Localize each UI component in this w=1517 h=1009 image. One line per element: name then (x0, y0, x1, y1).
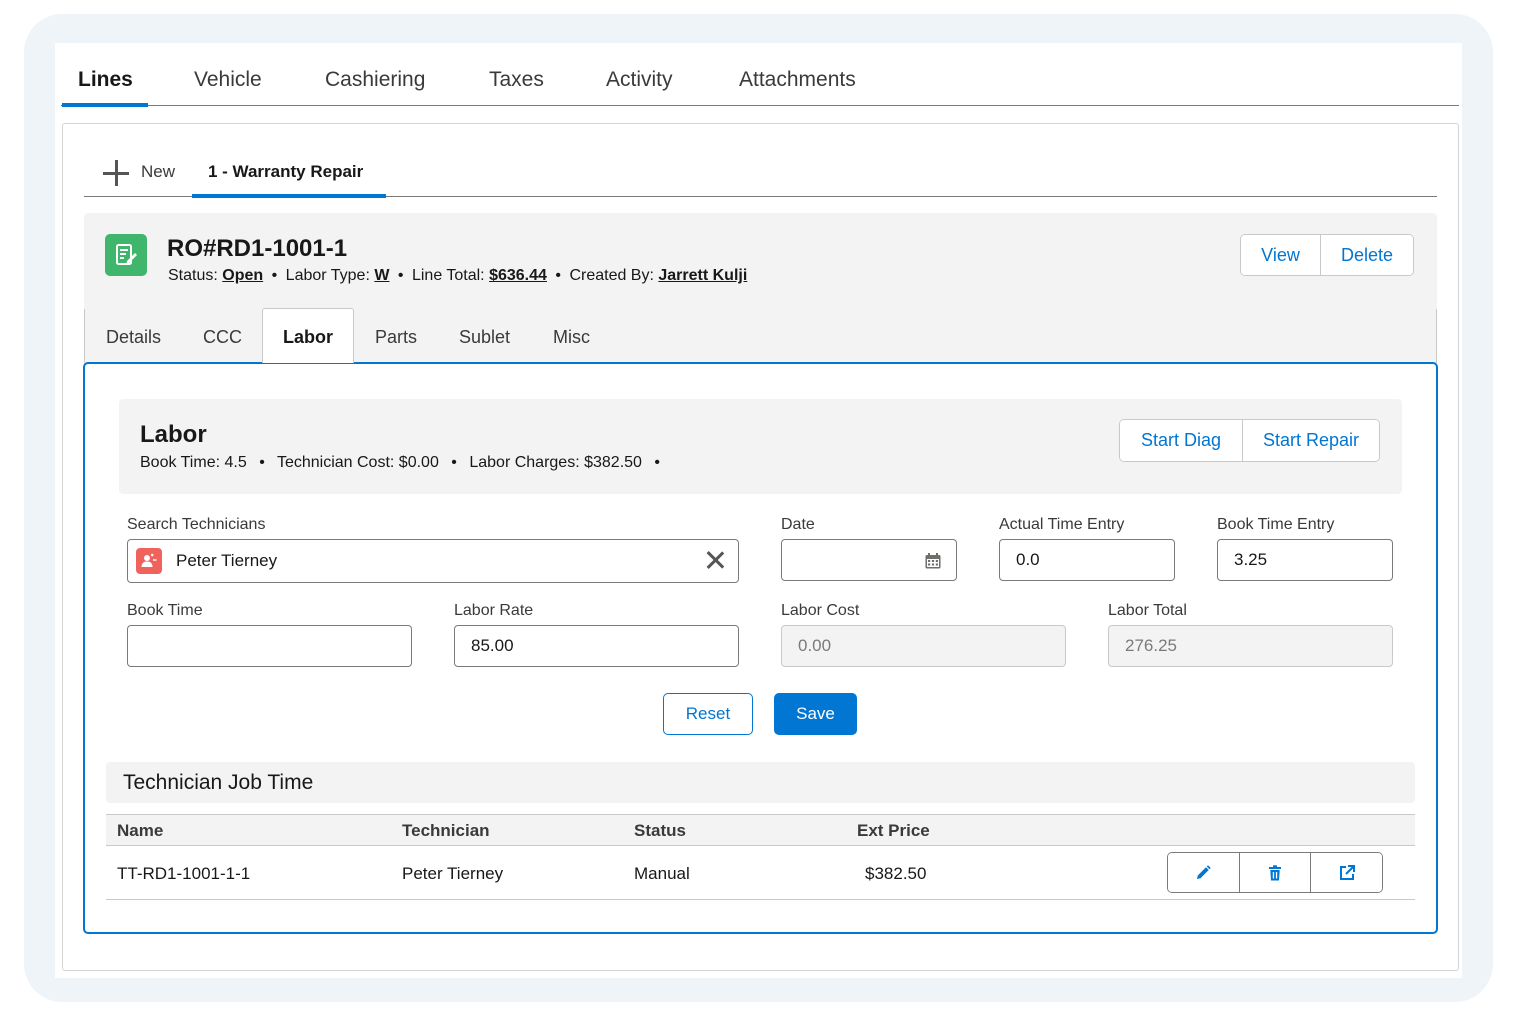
record-meta: Status: Open • Labor Type: W • Line Tota… (168, 267, 748, 284)
actual-time-input[interactable]: 0.0 (999, 539, 1175, 581)
labor-actions: Start Diag Start Repair (1119, 419, 1380, 462)
labor-meta: Book Time: 4.5 • Technician Cost: $0.00 … (140, 454, 661, 471)
tab-taxes[interactable]: Taxes (489, 68, 544, 92)
line-tab-bar: New 1 - Warranty Repair (84, 150, 1437, 198)
column-name[interactable]: Name (117, 821, 163, 841)
new-line-button[interactable]: New (141, 162, 175, 182)
line-total-link[interactable]: $636.44 (489, 267, 547, 284)
labor-charges-label: Labor Charges: (469, 454, 580, 471)
record-actions: View Delete (1240, 234, 1414, 276)
tab-labor[interactable]: Labor (262, 308, 354, 363)
start-diag-button[interactable]: Start Diag (1120, 420, 1242, 461)
technician-cost-label: Technician Cost: (276, 454, 395, 471)
technician-job-time-header: Technician Job Time (106, 762, 1415, 803)
row-name[interactable]: TT-RD1-1001-1-1 (117, 864, 250, 884)
tab-parts[interactable]: Parts (375, 327, 417, 348)
tab-warranty-repair[interactable]: 1 - Warranty Repair (208, 162, 363, 182)
row-status: Manual (634, 864, 690, 883)
record-tab-bar: Details CCC Labor Parts Sublet Misc (84, 308, 1437, 363)
tab-attachments[interactable]: Attachments (739, 68, 856, 92)
active-tab-indicator (62, 103, 148, 107)
labor-rate-input[interactable]: 85.00 (454, 625, 739, 667)
book-time-entry-label: Book Time Entry (1217, 516, 1335, 533)
book-time-input[interactable] (127, 625, 412, 667)
table-header: Name Technician Status Ext Price (106, 814, 1415, 846)
tab-misc[interactable]: Misc (553, 327, 590, 348)
selected-technician: Peter Tierney (176, 551, 278, 570)
actual-time-label: Actual Time Entry (999, 516, 1125, 533)
labor-cost-input: 0.00 (781, 625, 1066, 667)
tab-activity[interactable]: Activity (606, 68, 673, 92)
search-technicians-input[interactable]: Peter Tierney (127, 539, 739, 583)
table-row: TT-RD1-1001-1-1 Peter Tierney Manual $38… (106, 846, 1415, 900)
book-time-value: 4.5 (224, 454, 247, 471)
labor-total-label: Labor Total (1108, 602, 1187, 619)
plus-icon[interactable] (101, 158, 131, 188)
tab-cashiering[interactable]: Cashiering (325, 68, 425, 92)
calendar-icon[interactable] (924, 552, 942, 575)
labor-total-input: 276.25 (1108, 625, 1393, 667)
delete-icon[interactable] (1238, 853, 1311, 892)
technician-avatar-icon (136, 548, 162, 574)
labor-rate-label: Labor Rate (454, 602, 534, 619)
book-time-label: Book Time (127, 602, 203, 619)
start-repair-button[interactable]: Start Repair (1242, 420, 1379, 461)
book-time-label: Book Time: (140, 454, 221, 471)
column-ext-price[interactable]: Ext Price (857, 821, 930, 841)
tab-details[interactable]: Details (106, 327, 161, 348)
labor-summary: Labor Book Time: 4.5 • Technician Cost: … (119, 399, 1402, 494)
view-button[interactable]: View (1241, 235, 1320, 275)
date-input[interactable] (781, 539, 957, 581)
labor-type-link[interactable]: W (374, 267, 389, 284)
row-technician: Peter Tierney (402, 864, 504, 883)
created-by-link[interactable]: Jarrett Kulji (658, 267, 747, 284)
labor-type-label: Labor Type: (285, 267, 370, 284)
technician-cost-value: $0.00 (398, 454, 439, 471)
tab-vehicle[interactable]: Vehicle (194, 68, 262, 92)
status-link[interactable]: Open (222, 267, 263, 284)
labor-title: Labor (140, 421, 207, 448)
search-technicians-label: Search Technicians (127, 516, 266, 533)
work-order-icon (105, 234, 147, 276)
save-button[interactable]: Save (774, 693, 857, 735)
active-subtab-indicator (192, 194, 386, 198)
column-technician[interactable]: Technician (402, 821, 490, 841)
book-time-entry-input[interactable]: 3.25 (1217, 539, 1393, 581)
date-label: Date (781, 516, 815, 533)
top-tab-bar: Lines Vehicle Cashiering Taxes Activity … (61, 56, 1459, 107)
reset-button[interactable]: Reset (663, 693, 753, 735)
edit-icon[interactable] (1168, 853, 1239, 892)
row-ext-price: $382.50 (865, 864, 927, 883)
delete-button[interactable]: Delete (1320, 235, 1413, 275)
tab-sublet[interactable]: Sublet (459, 327, 510, 348)
labor-charges-value: $382.50 (584, 454, 642, 471)
created-by-label: Created By: (569, 267, 654, 284)
column-status[interactable]: Status (634, 821, 686, 841)
row-actions (1167, 852, 1383, 893)
tab-ccc[interactable]: CCC (203, 327, 242, 348)
labor-cost-label: Labor Cost (781, 602, 860, 619)
record-header: RO#RD1-1001-1 Status: Open • Labor Type:… (84, 213, 1437, 309)
clear-icon[interactable] (706, 551, 724, 569)
status-label: Status: (168, 267, 218, 284)
record-title: RO#RD1-1001-1 (167, 235, 348, 262)
tab-lines[interactable]: Lines (78, 68, 133, 92)
open-external-icon[interactable] (1310, 853, 1382, 892)
line-total-label: Line Total: (411, 267, 485, 284)
technician-job-time-title: Technician Job Time (123, 771, 314, 794)
